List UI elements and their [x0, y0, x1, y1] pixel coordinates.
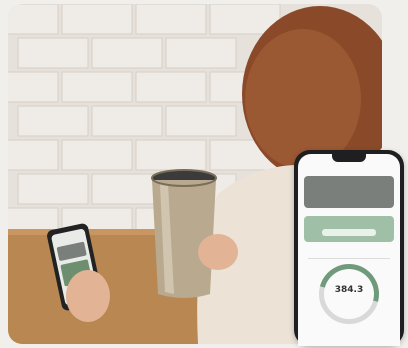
ring-value: 384.3: [334, 285, 364, 295]
app-screen: 384.3: [298, 154, 400, 346]
promo-card[interactable]: [304, 216, 394, 242]
phone-notch: [332, 154, 366, 162]
divider: [308, 258, 390, 259]
phone-mockup: 384.3: [294, 150, 404, 346]
tumbler-icon: [151, 169, 217, 298]
hand-right: [198, 234, 238, 270]
hand-left: [66, 270, 110, 322]
summary-card: [304, 176, 394, 208]
promo-button[interactable]: [322, 229, 376, 236]
